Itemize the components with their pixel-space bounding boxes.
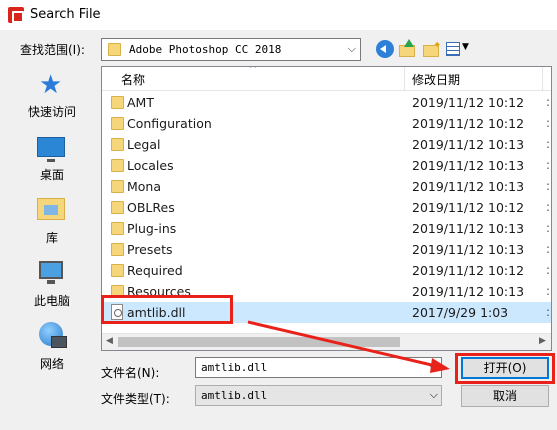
annotation-arrow <box>247 320 450 373</box>
